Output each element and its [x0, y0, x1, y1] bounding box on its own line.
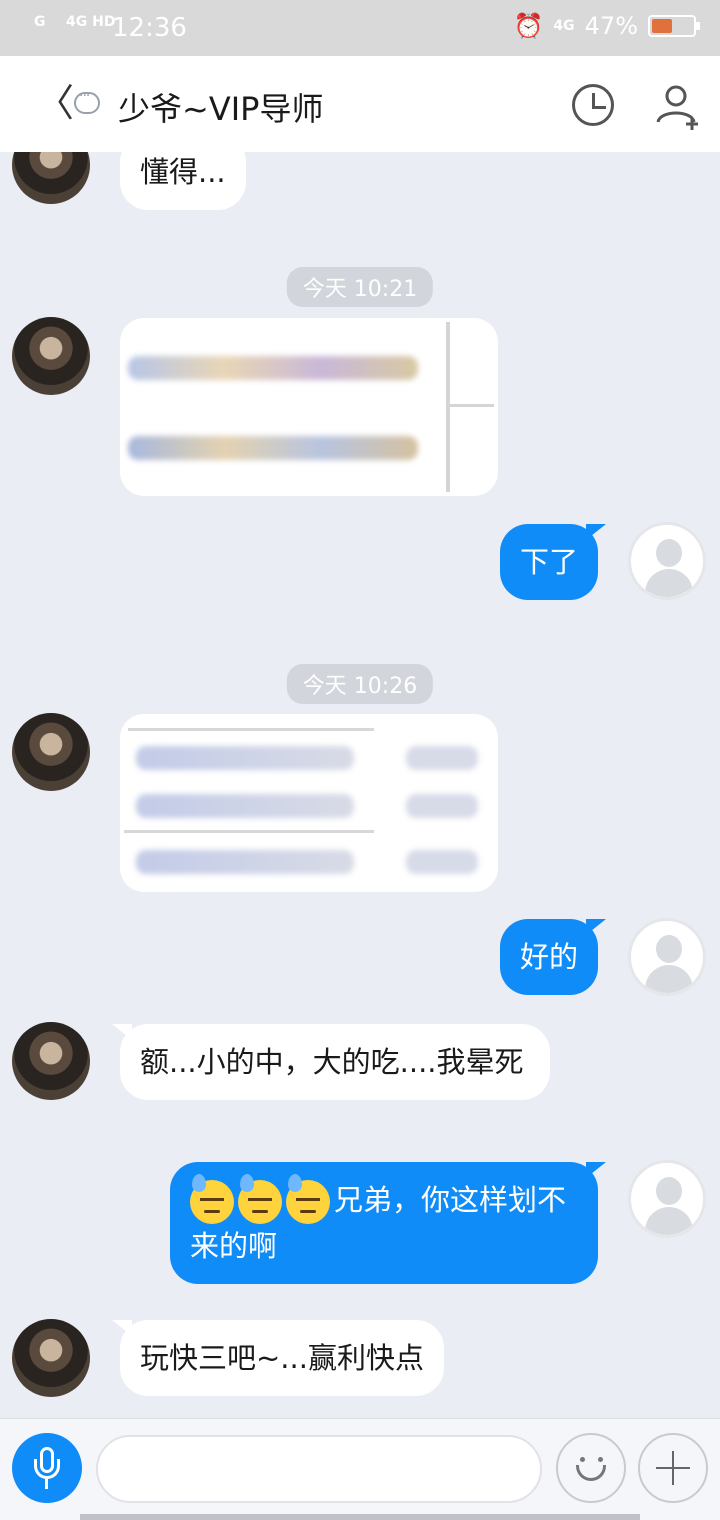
message-bubble[interactable]: 玩快三吧~...赢利快点 [120, 1320, 444, 1396]
network-label: 4G [553, 18, 575, 34]
voice-button[interactable] [12, 1433, 82, 1503]
avatar[interactable] [12, 1022, 90, 1100]
avatar[interactable] [12, 713, 90, 791]
blurred-content [136, 794, 354, 818]
emoji-button[interactable] [556, 1433, 626, 1503]
image-message[interactable] [120, 714, 498, 892]
message-text: 懂得... [140, 155, 226, 189]
divider [128, 728, 374, 731]
avatar[interactable] [12, 152, 90, 204]
blurred-content [136, 850, 354, 874]
avatar[interactable] [12, 1319, 90, 1397]
signal-g-label: G [34, 14, 46, 30]
message-bubble[interactable]: 懂得... [120, 152, 246, 210]
timestamp: 今天 10:21 [286, 267, 434, 307]
my-avatar[interactable] [628, 918, 706, 996]
blurred-content [406, 746, 478, 770]
message-text: 玩快三吧~...赢利快点 [140, 1341, 424, 1375]
message-text: 下了 [520, 545, 579, 579]
sweat-face-emoji-icon [190, 1174, 234, 1224]
avatar[interactable] [12, 317, 90, 395]
smiley-icon [576, 1465, 606, 1481]
my-avatar[interactable] [628, 1160, 706, 1238]
my-avatar[interactable] [628, 522, 706, 600]
message-bubble-me[interactable]: 兄弟，你这样划不来的啊 [170, 1162, 598, 1284]
nav-bar: 〈 少爷~VIP导师 [0, 56, 720, 152]
message-input[interactable] [96, 1435, 542, 1503]
more-button[interactable] [638, 1433, 708, 1503]
message-bubble[interactable]: 额...小的中，大的吃....我晕死 [120, 1024, 550, 1100]
timestamp: 今天 10:26 [286, 664, 434, 704]
blurred-content [136, 746, 354, 770]
chat-area[interactable]: 懂得... 今天 10:21 下了 今天 10:26 好的 额...小的中，大的… [0, 152, 720, 1418]
blurred-content [128, 356, 418, 380]
message-bubble-me[interactable]: 下了 [500, 524, 599, 600]
battery-icon [648, 15, 700, 37]
history-clock-icon[interactable] [572, 84, 614, 126]
sweat-face-emoji-icon [286, 1174, 330, 1224]
status-bar: G 4G HD 12:36 ⏰ 4G 47% [0, 0, 720, 56]
alarm-icon: ⏰ [513, 12, 544, 40]
signal-4g-label: 4G HD [66, 14, 116, 30]
blurred-content [128, 436, 418, 460]
divider [450, 404, 494, 407]
add-friend-icon[interactable] [654, 82, 702, 132]
message-bubble-me[interactable]: 好的 [500, 919, 599, 995]
input-bar [0, 1418, 720, 1520]
divider [446, 322, 450, 492]
battery-percent: 47% [584, 12, 638, 40]
back-icon[interactable]: 〈 [36, 84, 74, 122]
message-text: 好的 [520, 940, 579, 974]
chat-title: 少爷~VIP导师 [118, 90, 324, 128]
divider [124, 830, 374, 833]
sweat-face-emoji-icon [238, 1174, 282, 1224]
image-message[interactable] [120, 318, 498, 496]
blurred-content [406, 794, 478, 818]
status-time: 12:36 [112, 13, 187, 43]
message-text: 额...小的中，大的吃....我晕死 [140, 1045, 524, 1079]
blurred-content [406, 850, 478, 874]
chat-bubble-icon [74, 88, 100, 114]
bottom-indicator [80, 1514, 640, 1520]
